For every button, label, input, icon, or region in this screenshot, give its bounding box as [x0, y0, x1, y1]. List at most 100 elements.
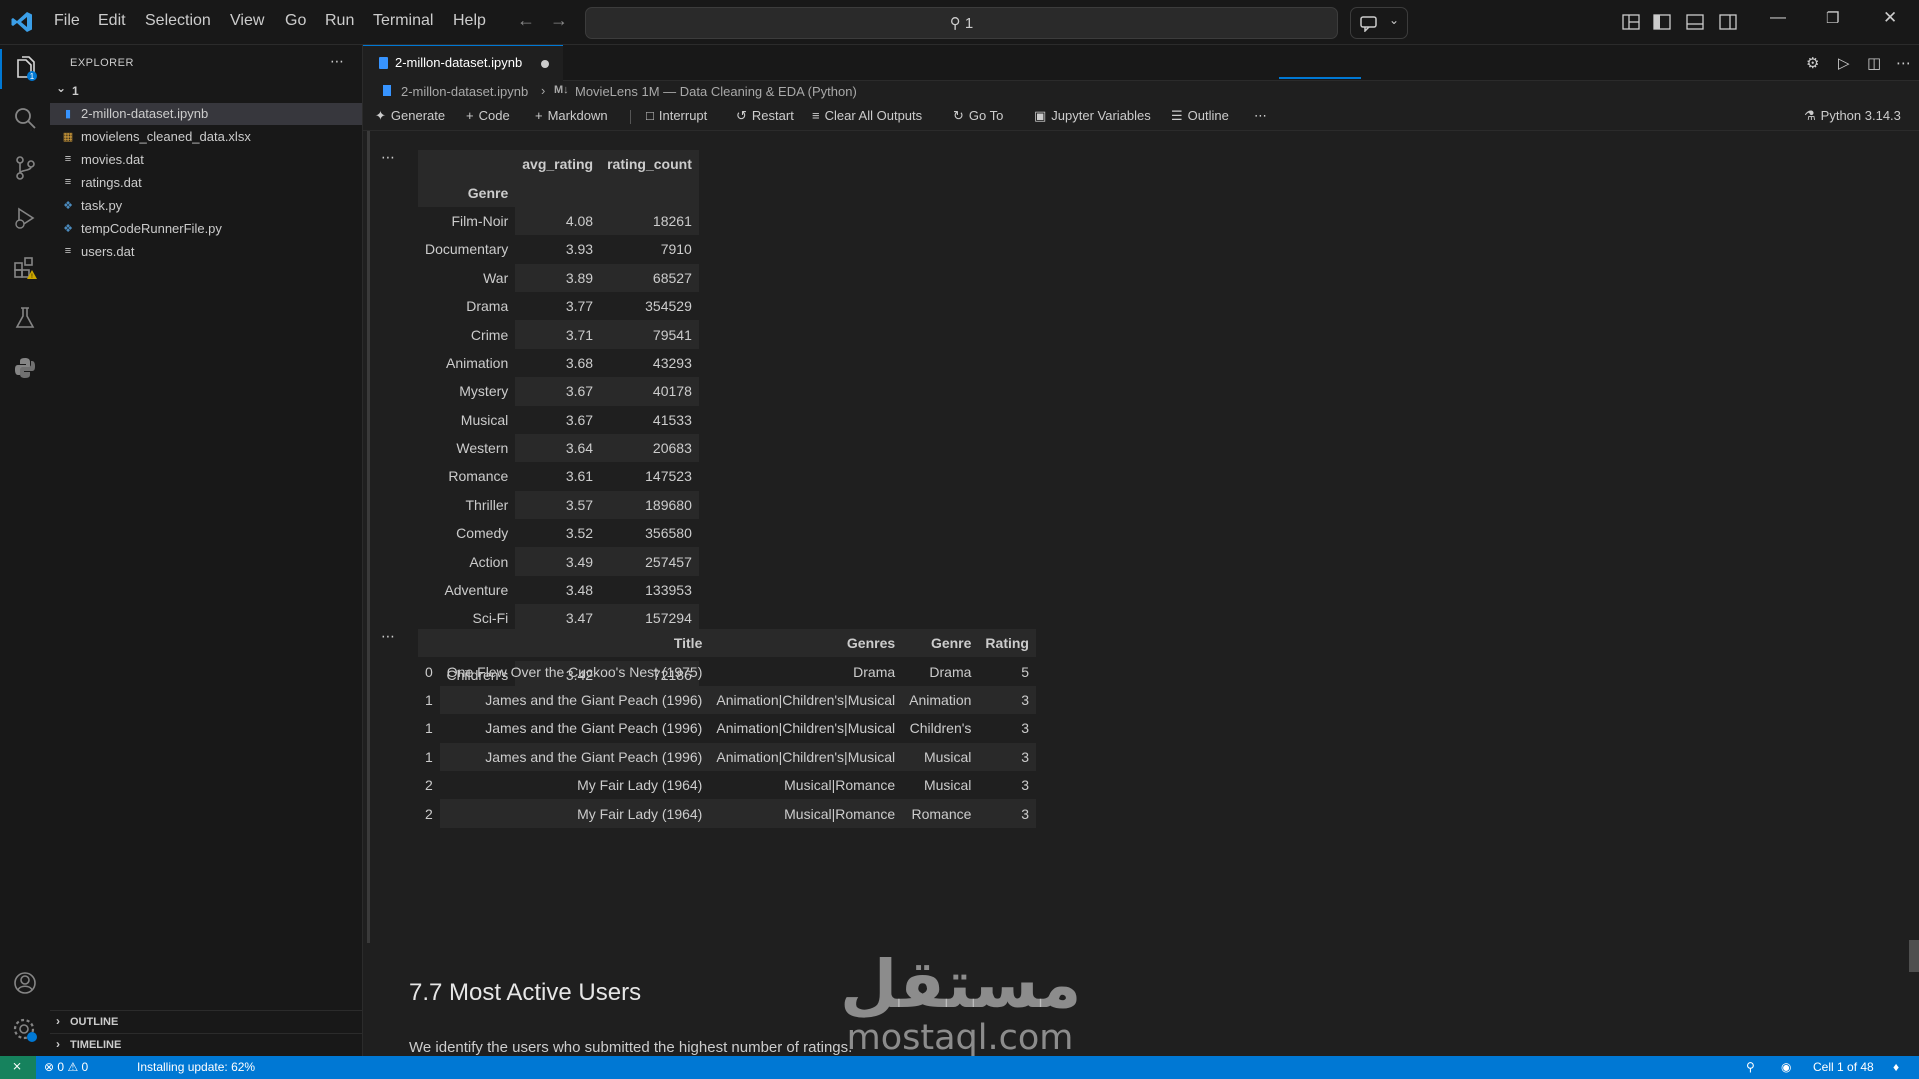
toggle-secondary-sidebar-icon[interactable] — [1718, 12, 1738, 32]
add-markdown-button[interactable]: + Markdown — [535, 108, 608, 123]
file-item[interactable]: ≡ movies.dat — [50, 149, 362, 171]
restart-button[interactable]: ↺ Restart — [736, 108, 794, 124]
update-status[interactable]: Installing update: 62% — [137, 1060, 255, 1074]
manage-gear-icon[interactable] — [12, 1017, 38, 1043]
timeline-section[interactable]: › TIMELINE — [50, 1033, 362, 1056]
split-editor-icon[interactable]: ◫ — [1867, 54, 1881, 72]
cell-position[interactable]: Cell 1 of 48 — [1813, 1060, 1874, 1074]
search-icon[interactable] — [12, 105, 38, 131]
customize-layout-icon[interactable] — [1621, 12, 1641, 32]
watermark-latin: mostaql.com — [846, 1018, 1074, 1058]
breadcrumb-file[interactable]: 2-millon-dataset.ipynb — [401, 84, 528, 99]
go-to-label: Go To — [968, 108, 1004, 123]
table-row: Animation 3.68 43293 — [418, 349, 699, 377]
output-more-icon[interactable]: ⋯ — [381, 628, 395, 645]
file-item[interactable]: ≡ users.dat — [50, 241, 362, 263]
table-row: Mystery 3.67 40178 — [418, 377, 699, 406]
menu-file[interactable]: File — [54, 12, 80, 30]
file-name: users.dat — [81, 244, 135, 259]
testing-flask-icon[interactable] — [12, 305, 38, 331]
account-icon[interactable] — [12, 970, 38, 996]
copilot-chat-button[interactable]: ⌄ — [1350, 7, 1408, 39]
notifications-bell-icon[interactable]: ♦ — [1893, 1060, 1899, 1074]
menu-selection[interactable]: Selection — [145, 12, 211, 30]
table-row: War 3.89 68527 — [418, 263, 699, 292]
forward-arrow-icon[interactable]: → — [550, 10, 568, 30]
chevron-right-icon: › — [541, 83, 546, 98]
close-icon[interactable]: ✕ — [1883, 8, 1897, 28]
minimize-icon[interactable]: — — [1770, 9, 1786, 27]
python-icon[interactable] — [12, 355, 38, 381]
outline-section[interactable]: › OUTLINE — [50, 1010, 362, 1033]
file-item[interactable]: ❖ task.py — [50, 195, 362, 217]
markdown-paragraph: We identify the users who submitted the … — [409, 1039, 853, 1056]
row-index: 2 — [425, 805, 433, 822]
file-name: tempCodeRunnerFile.py — [81, 221, 222, 236]
remote-indicator[interactable]: ⨯ — [0, 1056, 36, 1079]
kernel-picker[interactable]: ⚗ Python 3.14.3 — [1804, 108, 1901, 124]
excel-icon: ▦ — [62, 131, 74, 143]
go-to-button[interactable]: ↻ Go To — [953, 108, 1003, 124]
menu-edit[interactable]: Edit — [98, 12, 126, 30]
toggle-panel-icon[interactable] — [1685, 12, 1705, 32]
search-icon: ⚲ — [949, 15, 961, 32]
clear-outputs-button[interactable]: ≡ Clear All Outputs — [812, 108, 922, 123]
breadcrumb-section[interactable]: MovieLens 1M — Data Cleaning & EDA (Pyth… — [575, 84, 857, 99]
command-center-search[interactable]: ⚲ 1 — [585, 7, 1338, 39]
row-index: Action — [469, 553, 509, 570]
markdown-heading: 7.7 Most Active Users — [409, 979, 642, 1006]
more-actions-icon[interactable]: ⋯ — [1896, 54, 1911, 72]
table-header-blank — [515, 178, 601, 207]
explorer-icon[interactable]: 1 — [12, 55, 38, 81]
menu-view[interactable]: View — [230, 12, 264, 30]
table-cell: Musical — [902, 742, 979, 771]
more-actions-icon[interactable]: ⋯ — [1254, 108, 1267, 124]
generate-button[interactable]: ✦ Generate — [375, 108, 445, 124]
table-cell: 3.67 — [565, 411, 594, 428]
file-item[interactable]: ≡ ratings.dat — [50, 172, 362, 194]
menu-help[interactable]: Help — [453, 12, 486, 30]
table-header-blank — [418, 150, 516, 179]
chevron-right-icon: › — [56, 1037, 60, 1051]
table-cell: 3 — [978, 685, 1036, 715]
outline-label: Outline — [1187, 108, 1229, 123]
table-header: Title — [439, 629, 710, 658]
run-icon[interactable]: ▷ — [1838, 54, 1850, 72]
table-cell: Musical — [923, 777, 972, 794]
table-cell: 3.68 — [565, 354, 594, 371]
file-item[interactable]: ▦ movielens_cleaned_data.xlsx — [50, 126, 362, 148]
menu-terminal[interactable]: Terminal — [373, 12, 433, 30]
back-arrow-icon[interactable]: ← — [517, 10, 535, 30]
restore-icon[interactable]: ❐ — [1826, 9, 1839, 27]
error-icon: ⊗ — [44, 1060, 55, 1074]
folder-row[interactable]: ⌄ 1 — [54, 81, 354, 101]
menu-run[interactable]: Run — [325, 12, 354, 30]
more-actions-icon[interactable]: ⋯ — [330, 53, 344, 70]
add-code-button[interactable]: + Code — [466, 108, 510, 123]
source-control-icon[interactable] — [12, 155, 38, 181]
unsaved-dot-icon[interactable] — [541, 60, 549, 68]
scrollbar-thumb[interactable] — [1909, 940, 1919, 972]
toggle-primary-sidebar-icon[interactable] — [1652, 12, 1672, 32]
chevron-right-icon: › — [56, 1014, 60, 1028]
zoom-icon[interactable]: ⚲ — [1746, 1060, 1755, 1074]
problems-indicator[interactable]: ⊗ 0 ⚠ 0 — [44, 1060, 88, 1074]
nav-arrows: ← → — [517, 10, 568, 31]
copilot-icon[interactable]: ◉ — [1781, 1060, 1791, 1074]
file-item[interactable]: ❖ tempCodeRunnerFile.py — [50, 218, 362, 240]
table-cell: 7910 — [660, 241, 692, 258]
interrupt-button[interactable]: □ Interrupt — [646, 108, 707, 123]
gear-icon[interactable]: ⚙ — [1806, 54, 1819, 72]
extensions-icon[interactable]: ! — [12, 255, 38, 281]
file-item[interactable]: ▮ 2-millon-dataset.ipynb — [50, 103, 362, 125]
tab-notebook[interactable]: 2-millon-dataset.ipynb — [363, 45, 563, 81]
table-cell: Romance — [902, 799, 979, 828]
menu-go[interactable]: Go — [285, 12, 306, 30]
run-debug-icon[interactable] — [12, 205, 38, 231]
text-file-icon: ≡ — [64, 153, 72, 165]
outline-button[interactable]: ☰ Outline — [1171, 108, 1229, 124]
output-more-icon[interactable]: ⋯ — [381, 149, 395, 166]
jupyter-variables-button[interactable]: ▣ Jupyter Variables — [1034, 108, 1151, 124]
python-icon: ❖ — [63, 200, 73, 212]
table-cell: 4.08 — [515, 206, 601, 236]
